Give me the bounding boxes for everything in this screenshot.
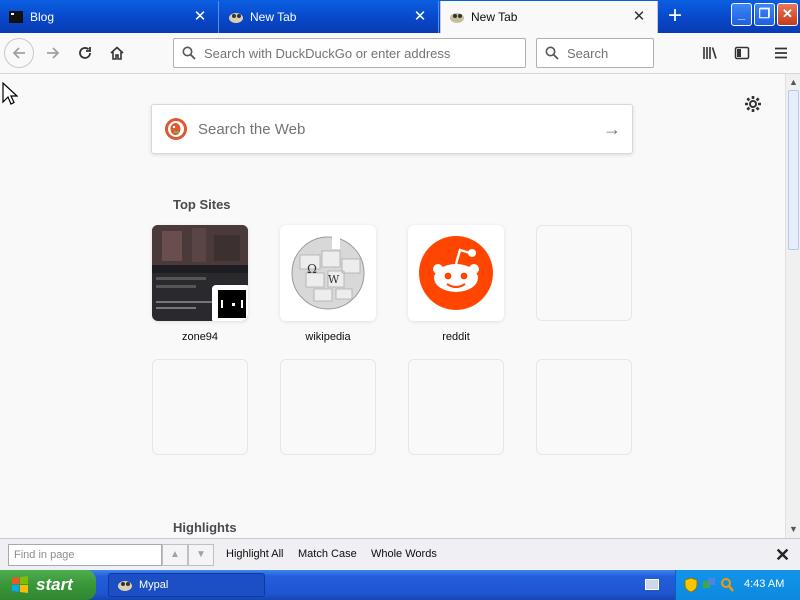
taskbar-item-mypal[interactable]: Mypal (108, 573, 265, 597)
home-icon (110, 46, 124, 60)
tab-title: New Tab (471, 10, 518, 24)
mouse-cursor-icon (2, 82, 18, 105)
scroll-down-arrow-icon[interactable]: ▼ (787, 522, 800, 536)
find-in-page-input[interactable]: Find in page (8, 544, 162, 566)
scroll-up-arrow-icon[interactable]: ▲ (787, 75, 800, 89)
maximize-button[interactable]: ❐ (754, 3, 775, 26)
close-tab-icon[interactable]: ✕ (412, 9, 428, 25)
reload-icon (79, 47, 91, 59)
search-icon (545, 46, 559, 60)
close-tab-icon[interactable]: ✕ (631, 9, 647, 25)
find-bar: Find in page ▲ ▼ Highlight All Match Cas… (0, 538, 800, 570)
close-tab-icon[interactable]: ✕ (192, 9, 208, 25)
minimize-button[interactable]: _ (731, 3, 752, 26)
arrow-right-icon[interactable]: → (592, 119, 632, 140)
highlight-all-button[interactable]: Highlight All (226, 548, 283, 560)
duckduckgo-logo-icon (165, 118, 187, 140)
top-sites-heading: Top Sites (173, 197, 231, 212)
windows-logo-icon (12, 576, 28, 593)
wikipedia-glyph-w: W (328, 273, 340, 286)
new-tab-page: Search the Web → Top Sites zone94 Ω W wi… (0, 74, 785, 538)
keyboard-icon[interactable] (645, 579, 659, 590)
zone94-favicon-icon (212, 285, 248, 321)
top-site-tile-empty[interactable] (536, 359, 632, 455)
tab-title: New Tab (250, 10, 297, 24)
sidebar-button[interactable] (727, 38, 757, 68)
menu-button[interactable] (766, 38, 796, 68)
tab-blog[interactable]: Blog ✕ (0, 1, 219, 33)
top-site-tile-zone94[interactable] (152, 225, 248, 321)
tab-new-tab-2[interactable]: New Tab ✕ (440, 1, 658, 33)
mypal-favicon-icon (229, 13, 243, 23)
hamburger-menu-icon (775, 47, 787, 59)
forward-button[interactable] (38, 38, 68, 68)
wikipedia-glyph-omega: Ω (307, 262, 317, 276)
address-bar[interactable]: Search with DuckDuckGo or enter address (173, 38, 526, 68)
taskbar-item-label: Mypal (139, 579, 169, 591)
tab-title: Blog (30, 10, 55, 24)
home-button[interactable] (102, 38, 132, 68)
highlights-heading: Highlights (173, 520, 237, 535)
web-search-box[interactable]: Search the Web → (151, 104, 633, 154)
whole-words-button[interactable]: Whole Words (371, 548, 437, 560)
vertical-scrollbar[interactable]: ▲ ▼ (785, 74, 800, 538)
match-case-button[interactable]: Match Case (298, 548, 357, 560)
find-next-button[interactable]: ▼ (188, 544, 214, 566)
reddit-logo-icon (419, 236, 493, 310)
forward-arrow-icon (47, 47, 60, 59)
find-previous-button[interactable]: ▲ (162, 544, 188, 566)
start-label: start (36, 575, 73, 594)
close-window-button[interactable]: ✕ (777, 3, 798, 26)
address-placeholder: Search with DuckDuckGo or enter address (204, 45, 451, 61)
search-bar[interactable]: Search (536, 38, 654, 68)
web-search-placeholder: Search the Web (198, 120, 306, 138)
blog-favicon-icon (9, 11, 23, 23)
security-shield-icon[interactable] (684, 577, 698, 593)
back-arrow-icon (12, 47, 25, 59)
gear-icon[interactable] (744, 95, 762, 113)
tab-new-tab-1[interactable]: New Tab ✕ (220, 1, 439, 33)
windows-taskbar: start Mypal 4:43 AM (0, 570, 800, 600)
search-tray-icon[interactable] (720, 577, 734, 593)
top-site-tile-empty[interactable] (152, 359, 248, 455)
new-tab-button[interactable]: + (660, 2, 690, 32)
top-site-tile-reddit[interactable] (408, 225, 504, 321)
mypal-app-icon (118, 581, 132, 591)
top-site-tile-wikipedia[interactable]: Ω W (280, 225, 376, 321)
top-site-tile-empty[interactable] (280, 359, 376, 455)
top-site-label: zone94 (181, 331, 219, 343)
navigation-toolbar: Search with DuckDuckGo or enter address … (0, 33, 800, 74)
library-icon (703, 47, 717, 59)
top-site-tile-empty[interactable] (408, 359, 504, 455)
library-button[interactable] (695, 38, 725, 68)
top-site-label: wikipedia (305, 331, 351, 343)
tab-strip: Blog ✕ New Tab ✕ New Tab ✕ + _ ❐ ✕ (0, 0, 800, 33)
close-find-bar-icon[interactable]: ✕ (775, 545, 790, 566)
reload-button[interactable] (70, 38, 100, 68)
sidebar-icon (734, 46, 750, 60)
start-button[interactable]: start (0, 570, 96, 600)
scrollbar-thumb[interactable] (788, 90, 799, 250)
top-site-label: reddit (442, 331, 470, 343)
search-icon (182, 46, 196, 60)
back-button[interactable] (4, 38, 34, 68)
taskbar-clock: 4:43 AM (744, 578, 785, 590)
mypal-favicon-icon (450, 13, 464, 23)
network-icon[interactable] (702, 577, 716, 593)
top-site-tile-empty[interactable] (536, 225, 632, 321)
search-placeholder: Search (567, 45, 609, 61)
